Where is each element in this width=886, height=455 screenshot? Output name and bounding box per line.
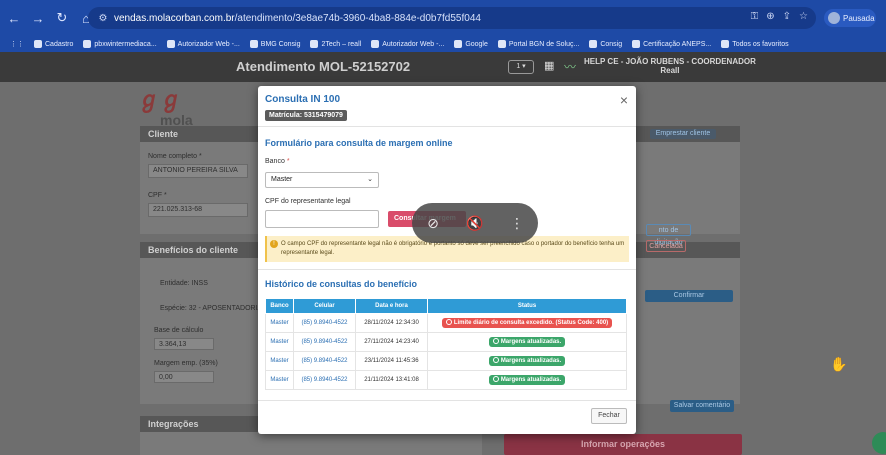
folder-icon [721,40,730,48]
forward-icon[interactable]: → [28,8,48,28]
site-info-icon[interactable]: ⚙ [94,13,112,24]
bookmark-item[interactable]: Autorizador Web -... [166,40,240,48]
screen-share-off-icon[interactable]: ⊘ [421,215,445,232]
table-header-row: Banco Celular Data e hora Status [265,298,627,314]
col-data: Data e hora [355,298,428,314]
bookmark-item[interactable]: Cadastro [34,40,73,48]
nome-field[interactable]: ANTONIO PEREIRA SILVA [148,164,248,178]
consulta-in100-modal: Consulta IN 100 Matrícula: 5315479079 × … [258,86,636,434]
address-bar[interactable]: ⚙ vendas.molacorban.com.br/atendimento/3… [88,7,816,29]
avatar [828,12,840,24]
globe-icon [83,40,92,48]
bookmark-item[interactable]: 2Tech – reall [310,40,361,48]
call-controls-overlay: ⊘ 🔇 ⋮ [412,203,538,243]
password-key-icon[interactable]: ⚿ [751,11,759,22]
apps-grid-icon[interactable]: ⋮⋮ [10,40,24,48]
divider [258,269,636,270]
table-row: Master (85) 9.8940-4522 21/11/2024 13:41… [265,370,627,390]
status-badge-success: Margens atualizadas. [488,375,566,385]
user-info[interactable]: HELP CE - JOÃO RUBENS - COORDENADOR Real… [584,57,756,75]
google-icon [454,40,463,48]
globe-icon [632,40,641,48]
table-row: Master (85) 9.8940-4522 23/11/2024 11:45… [265,351,627,371]
close-icon[interactable]: × [620,92,628,108]
digitacao-button[interactable]: nto de digitação [646,224,691,246]
globe-icon [249,40,258,48]
url-text[interactable]: vendas.molacorban.com.br/atendimento/3e8… [114,13,481,24]
apps-grid-icon[interactable]: ▦ [544,60,556,72]
col-status: Status [427,298,627,314]
divider [258,400,636,401]
hand-cursor-icon: ✋ [830,356,848,372]
check-icon [492,376,499,382]
warning-icon: ! [270,240,278,248]
matricula-badge: Matrícula: 5315479079 [265,110,347,121]
chevron-down-icon: ⌄ [367,176,373,183]
logo-mark-icon: ℊℊ [138,87,183,112]
col-banco: Banco [265,298,294,314]
informar-operacoes-button[interactable]: Informar operações [504,434,742,455]
reload-icon[interactable]: ↻ [52,8,72,28]
bookmark-item[interactable]: Google [454,40,488,48]
share-icon[interactable]: ⇪ [783,11,791,22]
form-title: Formulário para consulta de margem onlin… [265,138,453,148]
modal-title: Consulta IN 100 [265,94,341,105]
status-badge-error: Limite diário de consulta excedido. (Sta… [441,318,613,328]
check-icon [492,338,499,344]
status-badge-success: Margens atualizadas. [488,337,566,347]
bookmark-item[interactable]: Consig [589,40,622,48]
zoom-icon[interactable]: ⊕ [766,11,774,22]
history-table: Banco Celular Data e hora Status Master … [265,298,627,390]
bookmark-star-icon[interactable]: ☆ [799,11,808,22]
brand-icon: 〰 [564,60,577,74]
check-icon [492,357,499,363]
globe-icon [497,40,506,48]
page-title: Atendimento MOL-52152702 [236,59,411,74]
col-celular: Celular [293,298,356,314]
table-row: Master (85) 9.8940-4522 28/11/2024 12:34… [265,313,627,333]
history-title: Histórico de consultas do benefício [265,279,418,289]
app-header: Atendimento MOL-52152702 1 ▾ ▦ 〰 HELP CE… [0,52,886,82]
confirmar-button[interactable]: Confirmar [645,290,733,302]
cancelada-button[interactable]: Cancelada [646,240,686,252]
bookmark-item[interactable]: BMG Consig [249,40,300,48]
mute-icon[interactable]: 🔇 [463,215,487,232]
notification-badge[interactable]: 1 ▾ [508,60,534,74]
bookmarks-bar: ⋮⋮ Cadastro pbxwintermediaca... Autoriza… [0,36,886,52]
bookmark-item[interactable]: Portal BGN de Soluç... [497,40,579,48]
globe-icon [371,40,380,48]
globe-icon [589,40,598,48]
globe-icon [310,40,319,48]
banco-select[interactable]: Master ⌄ [265,172,379,188]
salvar-comentario-button[interactable]: Salvar comentário [670,400,734,412]
bookmark-item[interactable]: Certificação ANEPS... [632,40,711,48]
status-badge-success: Margens atualizadas. [488,356,566,366]
bookmark-item[interactable]: Autorizador Web -... [371,40,444,48]
bookmark-item[interactable]: Todos os favoritos [721,40,789,48]
globe-icon [34,40,42,48]
table-row: Master (85) 9.8940-4522 27/11/2024 14:23… [265,332,627,352]
back-icon[interactable]: ← [4,8,24,28]
divider [258,126,636,127]
cpf-field[interactable]: 221.025.313-68 [148,203,248,217]
error-icon [445,319,452,325]
emprestar-cliente-button[interactable]: Emprestar cliente [650,129,716,139]
profile-button[interactable]: Pausada [824,9,876,27]
logo: ℊℊ mola [138,82,258,132]
cpf-representante-input[interactable] [265,210,379,228]
globe-icon [166,40,175,48]
more-vertical-icon[interactable]: ⋮ [505,215,529,232]
fechar-button[interactable]: Fechar [591,408,627,424]
bookmark-item[interactable]: pbxwintermediaca... [83,40,157,48]
cpf-rep-label: CPF do representante legal [265,198,351,205]
browser-toolbar: ← → ↻ ⌂ ⚙ vendas.molacorban.com.br/atend… [0,0,886,36]
